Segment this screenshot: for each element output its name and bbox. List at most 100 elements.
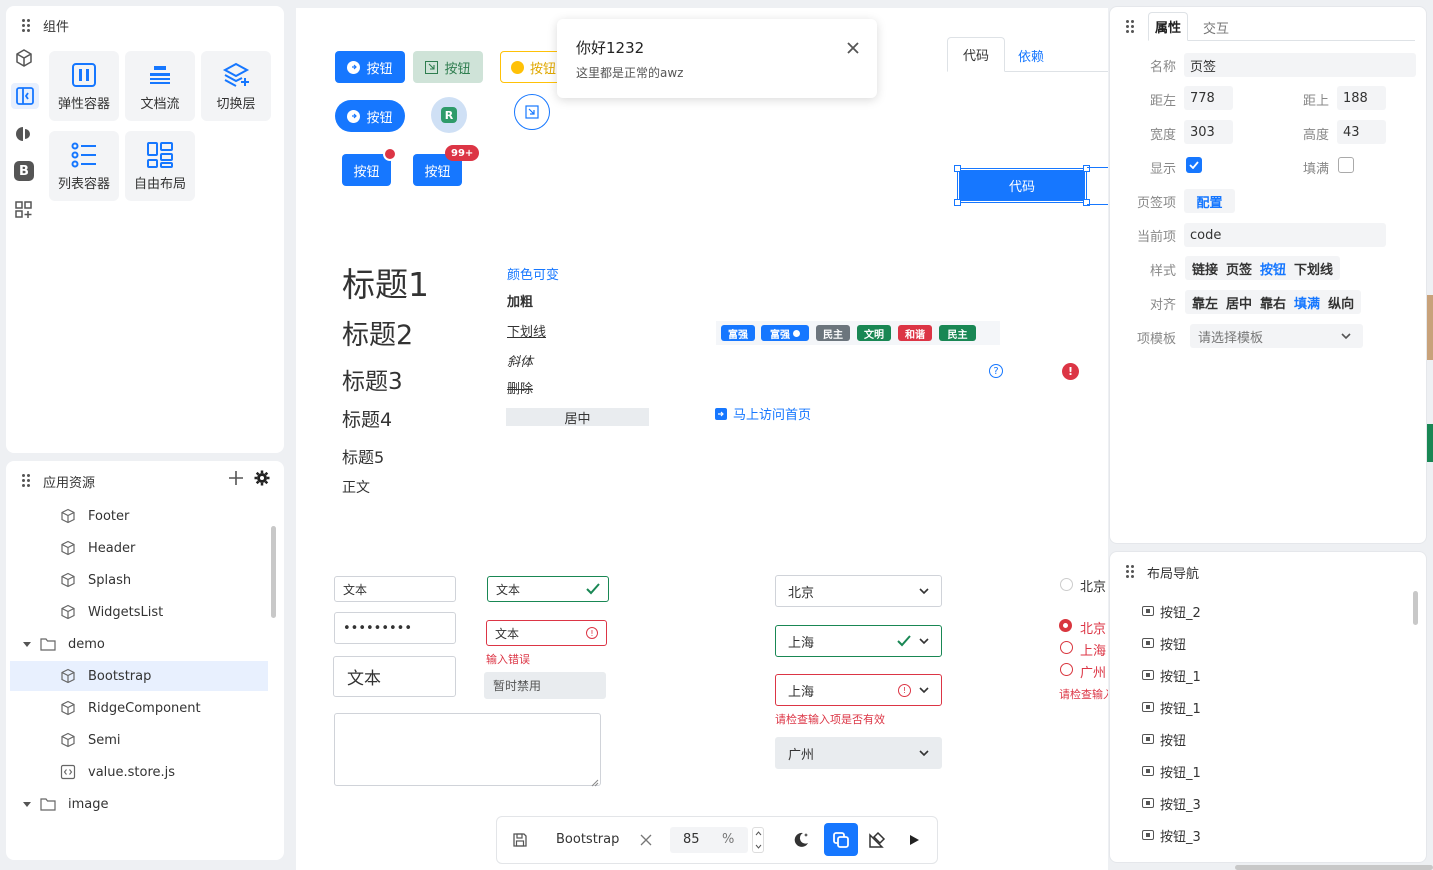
tile-free-layout[interactable]: 自由布局 <box>125 131 195 201</box>
tree-item-widgetslist[interactable]: WidgetsList <box>10 597 268 627</box>
save-icon[interactable] <box>512 832 528 848</box>
layout-nav-item[interactable]: 按钮 <box>1142 729 1186 749</box>
layout-nav-item[interactable]: 按钮_3 <box>1142 793 1201 813</box>
zoom-stepper[interactable] <box>752 827 764 853</box>
copy-mode-button[interactable] <box>824 823 858 856</box>
layout-nav-item[interactable]: 按钮 <box>1142 633 1186 653</box>
play-icon[interactable] <box>908 834 920 846</box>
radio-option[interactable] <box>1060 641 1073 654</box>
grid-plus-icon[interactable] <box>14 200 34 220</box>
prop-top-input[interactable]: 188 <box>1337 86 1386 110</box>
layout-nav-item[interactable]: 按钮_1 <box>1142 665 1201 685</box>
button-with-dot[interactable]: 按钮 <box>342 154 391 186</box>
style-option-button[interactable]: 按钮 <box>1256 259 1290 278</box>
invalid-input[interactable]: 文本 ! <box>486 620 607 646</box>
layout-nav-scrollbar[interactable] <box>1413 591 1418 625</box>
add-icon[interactable] <box>228 470 244 486</box>
bootstrap-icon[interactable]: B <box>14 161 34 181</box>
resources-scrollbar[interactable] <box>271 526 276 618</box>
radio-checked[interactable] <box>1059 619 1072 632</box>
drag-handle-icon[interactable] <box>1126 565 1134 578</box>
tree-item-ridgecomponent[interactable]: RidgeComponent <box>10 693 268 723</box>
tree-item-value-store[interactable]: value.store.js <box>10 757 268 787</box>
tab-code[interactable]: 代码 <box>947 37 1005 72</box>
tree-item-splash[interactable]: Splash <box>10 565 268 595</box>
avatar-button[interactable]: R <box>431 97 467 133</box>
prop-width-input[interactable]: 303 <box>1184 120 1233 144</box>
horizontal-scrollbar[interactable] <box>1235 865 1433 870</box>
tree-folder-demo[interactable]: demo <box>10 629 268 659</box>
cube-icon[interactable] <box>14 48 34 68</box>
align-option-vertical[interactable]: 纵向 <box>1324 293 1358 312</box>
layout-nav-item[interactable]: 按钮_1 <box>1142 761 1201 781</box>
style-option-link[interactable]: 链接 <box>1188 259 1222 278</box>
resize-handle[interactable] <box>954 199 961 206</box>
close-icon[interactable] <box>846 41 860 55</box>
chevron-down-icon[interactable] <box>755 844 762 849</box>
align-segmented[interactable]: 靠左 居中 靠右 填满 纵向 <box>1185 290 1362 314</box>
fill-checkbox[interactable] <box>1338 157 1354 173</box>
gear-icon[interactable] <box>254 470 270 486</box>
style-option-tab[interactable]: 页签 <box>1222 259 1256 278</box>
tree-item-semi[interactable]: Semi <box>10 725 268 755</box>
icon-circle-button[interactable] <box>514 94 550 130</box>
zoom-input[interactable]: 85 % <box>670 827 748 853</box>
tab-deps[interactable]: 依赖 <box>1018 46 1044 65</box>
layout-nav-item[interactable]: 按钮_2 <box>1142 601 1201 621</box>
prop-current-input[interactable]: code <box>1184 223 1386 247</box>
tile-list-container[interactable]: 列表容器 <box>49 131 119 201</box>
select-shanghai-invalid[interactable]: 上海 ! <box>775 674 942 706</box>
resize-grip-icon[interactable] <box>591 776 599 787</box>
tile-flex-container[interactable]: 弹性容器 <box>49 51 119 121</box>
resize-handle[interactable] <box>954 165 961 172</box>
button-pill[interactable]: 按钮 <box>335 100 405 132</box>
layout-nav-item[interactable]: 按钮_1 <box>1142 697 1201 717</box>
prop-height-input[interactable]: 43 <box>1337 120 1386 144</box>
tile-layers[interactable]: 切换层 <box>201 51 271 121</box>
image-edit-icon[interactable] <box>868 831 886 849</box>
prop-left-input[interactable]: 778 <box>1184 86 1233 110</box>
text-italic: 斜体 <box>507 355 534 370</box>
help-icon[interactable]: ? <box>989 364 1003 378</box>
password-input[interactable]: ••••••••• <box>334 612 456 644</box>
tab-properties[interactable]: 属性 <box>1148 12 1188 41</box>
layout-nav-item[interactable]: 按钮_3 <box>1142 825 1201 845</box>
textarea[interactable] <box>334 713 601 786</box>
align-option-right[interactable]: 靠右 <box>1256 293 1290 312</box>
style-option-underline[interactable]: 下划线 <box>1290 259 1337 278</box>
text-input[interactable]: 文本 <box>334 576 456 602</box>
caret-down-icon[interactable] <box>22 639 32 649</box>
tree-item-footer[interactable]: Footer <box>10 501 268 531</box>
select-shanghai-valid[interactable]: 上海 <box>775 625 942 657</box>
selected-tab-button[interactable]: 代码 <box>959 170 1085 201</box>
select-beijing[interactable]: 北京 <box>775 575 942 607</box>
tree-item-bootstrap[interactable]: Bootstrap <box>10 661 268 691</box>
caret-down-icon[interactable] <box>22 799 32 809</box>
close-icon[interactable] <box>640 834 652 846</box>
drag-handle-icon[interactable] <box>22 474 30 487</box>
drag-handle-icon[interactable] <box>1126 20 1134 33</box>
valid-input[interactable]: 文本 <box>487 576 609 602</box>
panel-icon[interactable] <box>11 83 39 109</box>
radio-option[interactable] <box>1060 663 1073 676</box>
tab-interaction[interactable]: 交互 <box>1203 18 1229 37</box>
dark-mode-icon[interactable] <box>792 831 810 849</box>
tree-folder-image[interactable]: image <box>10 789 268 819</box>
chevron-up-icon[interactable] <box>755 831 762 836</box>
template-select[interactable]: 请选择模板 <box>1190 324 1363 348</box>
tab-items-config-button[interactable]: 配置 <box>1184 189 1235 213</box>
button-primary-icon[interactable]: 按钮 <box>335 51 405 83</box>
button-success-light[interactable]: 按钮 <box>413 51 483 83</box>
align-option-center[interactable]: 居中 <box>1222 293 1256 312</box>
prop-name-input[interactable]: 页签 <box>1184 53 1416 77</box>
align-option-fill[interactable]: 填满 <box>1290 293 1324 312</box>
semi-icon[interactable] <box>14 124 34 144</box>
large-text-input[interactable]: 文本 <box>333 656 456 697</box>
show-checkbox[interactable] <box>1186 157 1202 173</box>
style-segmented[interactable]: 链接 页签 按钮 下划线 <box>1185 256 1341 280</box>
home-link[interactable]: 马上访问首页 <box>715 404 811 423</box>
drag-handle-icon[interactable] <box>22 19 30 32</box>
tile-doc-flow[interactable]: 文档流 <box>125 51 195 121</box>
tree-item-header[interactable]: Header <box>10 533 268 563</box>
align-option-left[interactable]: 靠左 <box>1188 293 1222 312</box>
